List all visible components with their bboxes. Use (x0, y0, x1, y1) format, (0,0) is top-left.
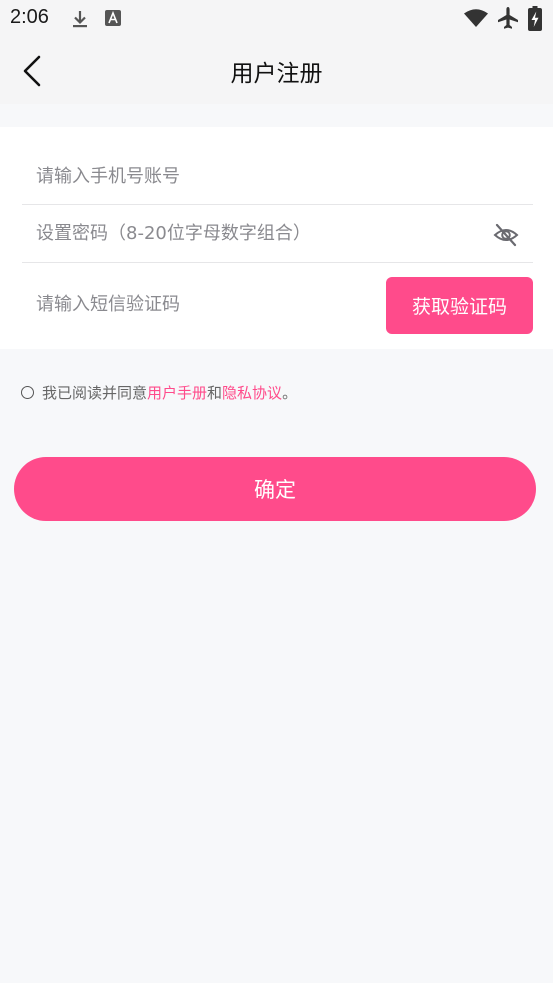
header: 用户注册 (0, 38, 553, 104)
status-time: 2:06 (10, 6, 49, 28)
eye-off-icon[interactable] (493, 222, 519, 248)
agreement-conjunction: 和 (207, 383, 223, 402)
password-input[interactable] (36, 205, 476, 261)
page-title: 用户注册 (230, 61, 323, 87)
get-code-button[interactable]: 获取验证码 (386, 277, 533, 334)
airplane-icon (498, 7, 518, 29)
registration-form: 获取验证码 (0, 127, 553, 349)
status-bar: 2:06 (0, 0, 553, 38)
password-row (22, 205, 533, 263)
privacy-policy-link[interactable]: 隐私协议 (222, 382, 282, 403)
wifi-icon (464, 9, 488, 27)
agreement-prefix: 我已阅读并同意 (42, 383, 148, 402)
phone-row (22, 148, 533, 205)
font-icon (105, 10, 121, 26)
user-manual-link[interactable]: 用户手册 (147, 382, 207, 403)
sms-code-row: 获取验证码 (22, 263, 533, 349)
download-icon (73, 11, 87, 28)
agree-radio[interactable] (21, 385, 34, 399)
agreement-suffix: 。 (282, 383, 298, 402)
battery-charging-icon (528, 6, 542, 31)
sms-code-input[interactable] (36, 276, 366, 332)
confirm-button[interactable]: 确定 (14, 457, 536, 521)
phone-input[interactable] (36, 148, 366, 204)
agreement-row: 我已阅读并同意 用户手册 和 隐私协议 。 (21, 381, 297, 403)
